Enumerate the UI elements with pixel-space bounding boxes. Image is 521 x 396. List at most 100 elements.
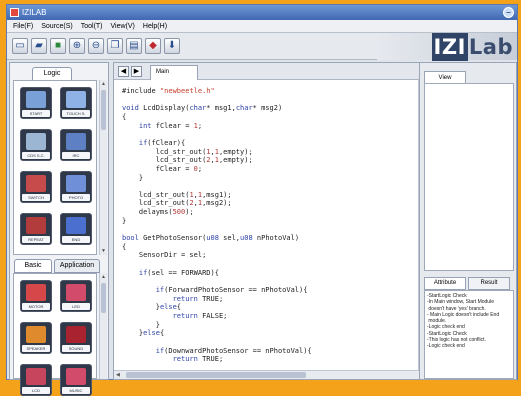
code-line: if(fClear){ [138,138,186,147]
result-message: -Logic check end [427,343,465,350]
logic-scrollbar[interactable]: ▲ ▼ [99,80,107,255]
menu-item[interactable]: Tool(T) [81,20,103,32]
block-label: MOTOR [22,303,50,310]
menu-bar: File(F) Source(S) Tool(T) View(V) Help(H) [7,20,517,33]
tab-logic[interactable]: Logic [32,67,72,81]
nav-prev-icon[interactable]: ◀ [118,66,129,77]
code-line: return TRUE; [172,294,224,303]
block-label: PHOTO [62,194,90,201]
code-line: { [122,112,127,121]
tab-result[interactable]: Result [468,277,510,290]
code-editor: ◀ ▶ Main #include "newbeetle.h" void LcdD… [113,62,427,380]
block-label: LED [62,303,90,310]
block-speaker[interactable]: SPEAKER [20,322,52,354]
code-line: lcd_str_out(1,1,empty); [122,147,253,156]
block-label: CDS S.C. [22,152,50,159]
block-touch-s[interactable]: TOUCH S. [60,87,92,119]
scroll-thumb[interactable] [101,90,106,130]
block-photo[interactable]: PHOTO [60,171,92,203]
block-label: SPEAKER [22,345,50,352]
tab-basic[interactable]: Basic [14,259,52,273]
logic-block-panel: START TOUCH S. CDS S.C. IRC SWITCH PHOTO REPEA… [13,80,97,255]
code-line: }else{ [122,303,182,312]
basic-scrollbar[interactable]: ▲ [99,273,107,379]
block-label: IRC [62,152,90,159]
block-motor[interactable]: MOTOR [20,280,52,312]
code-area[interactable]: #include "newbeetle.h" void LcdDisplay(ch… [122,87,412,369]
code-line: } [122,216,127,225]
code-line: return TRUE; [172,355,224,364]
code-line: } [122,173,144,182]
code-line: lcd_str_out(1,1,msg1); [122,190,232,199]
save-icon[interactable]: ■ [50,38,66,54]
close-icon[interactable]: – [503,7,514,18]
block-label: TOUCH S. [62,110,90,117]
toolbar: ▭ ▰ ■ ⊕ ⊖ ❐ ▤ ◆ ⬇ IZI Lab [7,33,517,61]
scroll-up-icon[interactable]: ▲ [100,273,107,281]
menu-item[interactable]: Help(H) [143,20,167,32]
view-panel [424,83,514,271]
block-art-icon [66,284,86,301]
run-icon[interactable]: ◆ [145,38,161,54]
code-line: return FALSE; [172,311,228,320]
basic-block-panel: MOTOR LED SPEAKER SOUND LCD MUSIC [13,273,97,396]
brand-logo: IZI Lab [377,33,517,61]
tab-attribute[interactable]: Attribute [424,277,466,290]
copy-icon[interactable]: ❐ [107,38,123,54]
new-file-icon[interactable]: ▭ [12,38,28,54]
block-art-icon [26,175,46,192]
menu-item[interactable]: View(V) [111,20,135,32]
code-line: SensorDir = sel; [122,251,207,260]
scroll-left-icon[interactable]: ◀ [116,371,120,379]
block-led[interactable]: LED [60,280,92,312]
code-line: }else{ [122,329,165,338]
block-start[interactable]: START [20,87,52,119]
block-art-icon [66,326,86,343]
block-art-icon [26,133,46,150]
code-line: { [122,242,127,251]
block-art-icon [66,368,86,385]
open-folder-icon[interactable]: ▰ [31,38,47,54]
scroll-thumb[interactable] [101,283,106,313]
code-line: #include "newbeetle.h" [122,87,215,95]
block-palette: Logic START TOUCH S. CDS S.C. IRC SWITCH PHOT… [9,62,109,396]
block-repeat[interactable]: REPEAT [20,213,52,245]
block-cds-s-c[interactable]: CDS S.C. [20,129,52,161]
block-art-icon [66,91,86,108]
block-art-icon [26,368,46,385]
block-switch[interactable]: SWITCH [20,171,52,203]
block-irc[interactable]: IRC [60,129,92,161]
tab-main[interactable]: Main [150,65,198,80]
code-line: if(ForwardPhotoSensor == nPhotoVal){ [155,285,308,294]
right-pane: View Attribute Result -StartLogic Check -… [419,62,517,380]
title-bar[interactable]: IZILAB – [7,5,517,20]
paste-icon[interactable]: ▤ [126,38,142,54]
app-window: IZILAB – File(F) Source(S) Tool(T) View(V) H… [6,4,518,396]
editor-hscrollbar[interactable]: ◀ [114,370,426,379]
menu-item[interactable]: Source(S) [41,20,73,32]
code-line: if(DownwardPhotoSensor == nPhotoVal){ [155,346,312,355]
block-lcd[interactable]: LCD [20,364,52,396]
code-line: lcd_str_out(2,1,empty); [122,156,253,165]
scroll-thumb[interactable] [126,372,306,378]
zoom-out-icon[interactable]: ⊖ [88,38,104,54]
download-icon[interactable]: ⬇ [164,38,180,54]
block-label: MUSIC [62,387,90,394]
scroll-up-icon[interactable]: ▲ [100,80,107,88]
block-sound[interactable]: SOUND [60,322,92,354]
block-end[interactable]: END [60,213,92,245]
block-art-icon [26,217,46,234]
nav-next-icon[interactable]: ▶ [131,66,142,77]
scroll-down-icon[interactable]: ▼ [100,247,107,255]
block-label: SOUND [62,345,90,352]
menu-item[interactable]: File(F) [13,20,33,32]
block-music[interactable]: MUSIC [60,364,92,396]
tab-application[interactable]: Application [54,259,100,273]
code-line: if(sel == FORWARD){ [138,268,219,277]
zoom-in-icon[interactable]: ⊕ [69,38,85,54]
block-art-icon [26,91,46,108]
block-art-icon [66,175,86,192]
code-line: delayms(500); [122,208,194,217]
editor-tab-bar: ◀ ▶ Main [114,63,426,80]
block-art-icon [66,217,86,234]
